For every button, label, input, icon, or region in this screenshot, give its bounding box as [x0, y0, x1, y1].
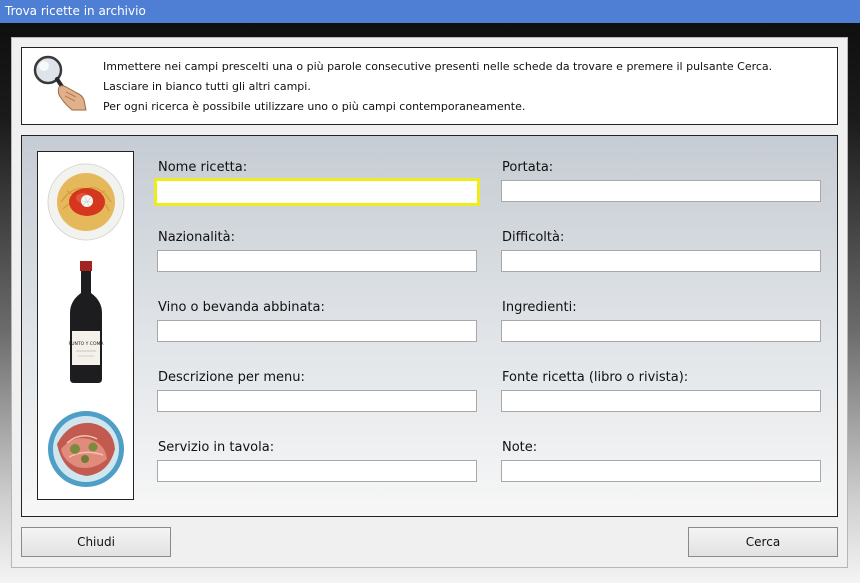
info-line-1: Immettere nei campi prescelti una o più …: [103, 60, 773, 73]
info-line-2: Lasciare in bianco tutti gli altri campi…: [103, 80, 311, 93]
nome-ricetta-label: Nome ricetta:: [158, 160, 248, 175]
servizio-input[interactable]: [157, 460, 477, 482]
info-line-3: Per ogni ricerca è possibile utilizzare …: [103, 100, 526, 113]
wine-bottle-image: PUNTO Y COMA: [69, 261, 105, 383]
charcuterie-plate-image: [48, 411, 124, 487]
magnifier-icon: [33, 55, 87, 111]
vino-label: Vino o bevanda abbinata:: [158, 300, 325, 315]
instructions-panel: Immettere nei campi prescelti una o più …: [21, 47, 838, 125]
nazionalita-input[interactable]: [157, 250, 477, 272]
vino-input[interactable]: [157, 320, 477, 342]
fonte-label: Fonte ricetta (libro o rivista):: [502, 370, 689, 385]
note-input[interactable]: [501, 460, 821, 482]
difficolta-input[interactable]: [501, 250, 821, 272]
difficolta-label: Difficoltà:: [502, 230, 565, 245]
nome-ricetta-input[interactable]: [154, 178, 480, 206]
window-title: Trova ricette in archivio: [0, 0, 860, 23]
descrizione-label: Descrizione per menu:: [158, 370, 305, 385]
food-pictures: PUNTO Y COMA: [37, 151, 134, 500]
portata-label: Portata:: [502, 160, 554, 175]
ingredienti-label: Ingredienti:: [502, 300, 577, 315]
search-button[interactable]: Cerca: [688, 527, 838, 557]
note-label: Note:: [502, 440, 538, 455]
servizio-label: Servizio in tavola:: [158, 440, 275, 455]
ingredienti-input[interactable]: [501, 320, 821, 342]
fonte-input[interactable]: [501, 390, 821, 412]
close-button[interactable]: Chiudi: [21, 527, 171, 557]
pasta-dish-image: [47, 163, 125, 241]
nazionalita-label: Nazionalità:: [158, 230, 235, 245]
portata-input[interactable]: [501, 180, 821, 202]
descrizione-input[interactable]: [157, 390, 477, 412]
bottle-label-text: PUNTO Y COMA: [69, 341, 105, 347]
